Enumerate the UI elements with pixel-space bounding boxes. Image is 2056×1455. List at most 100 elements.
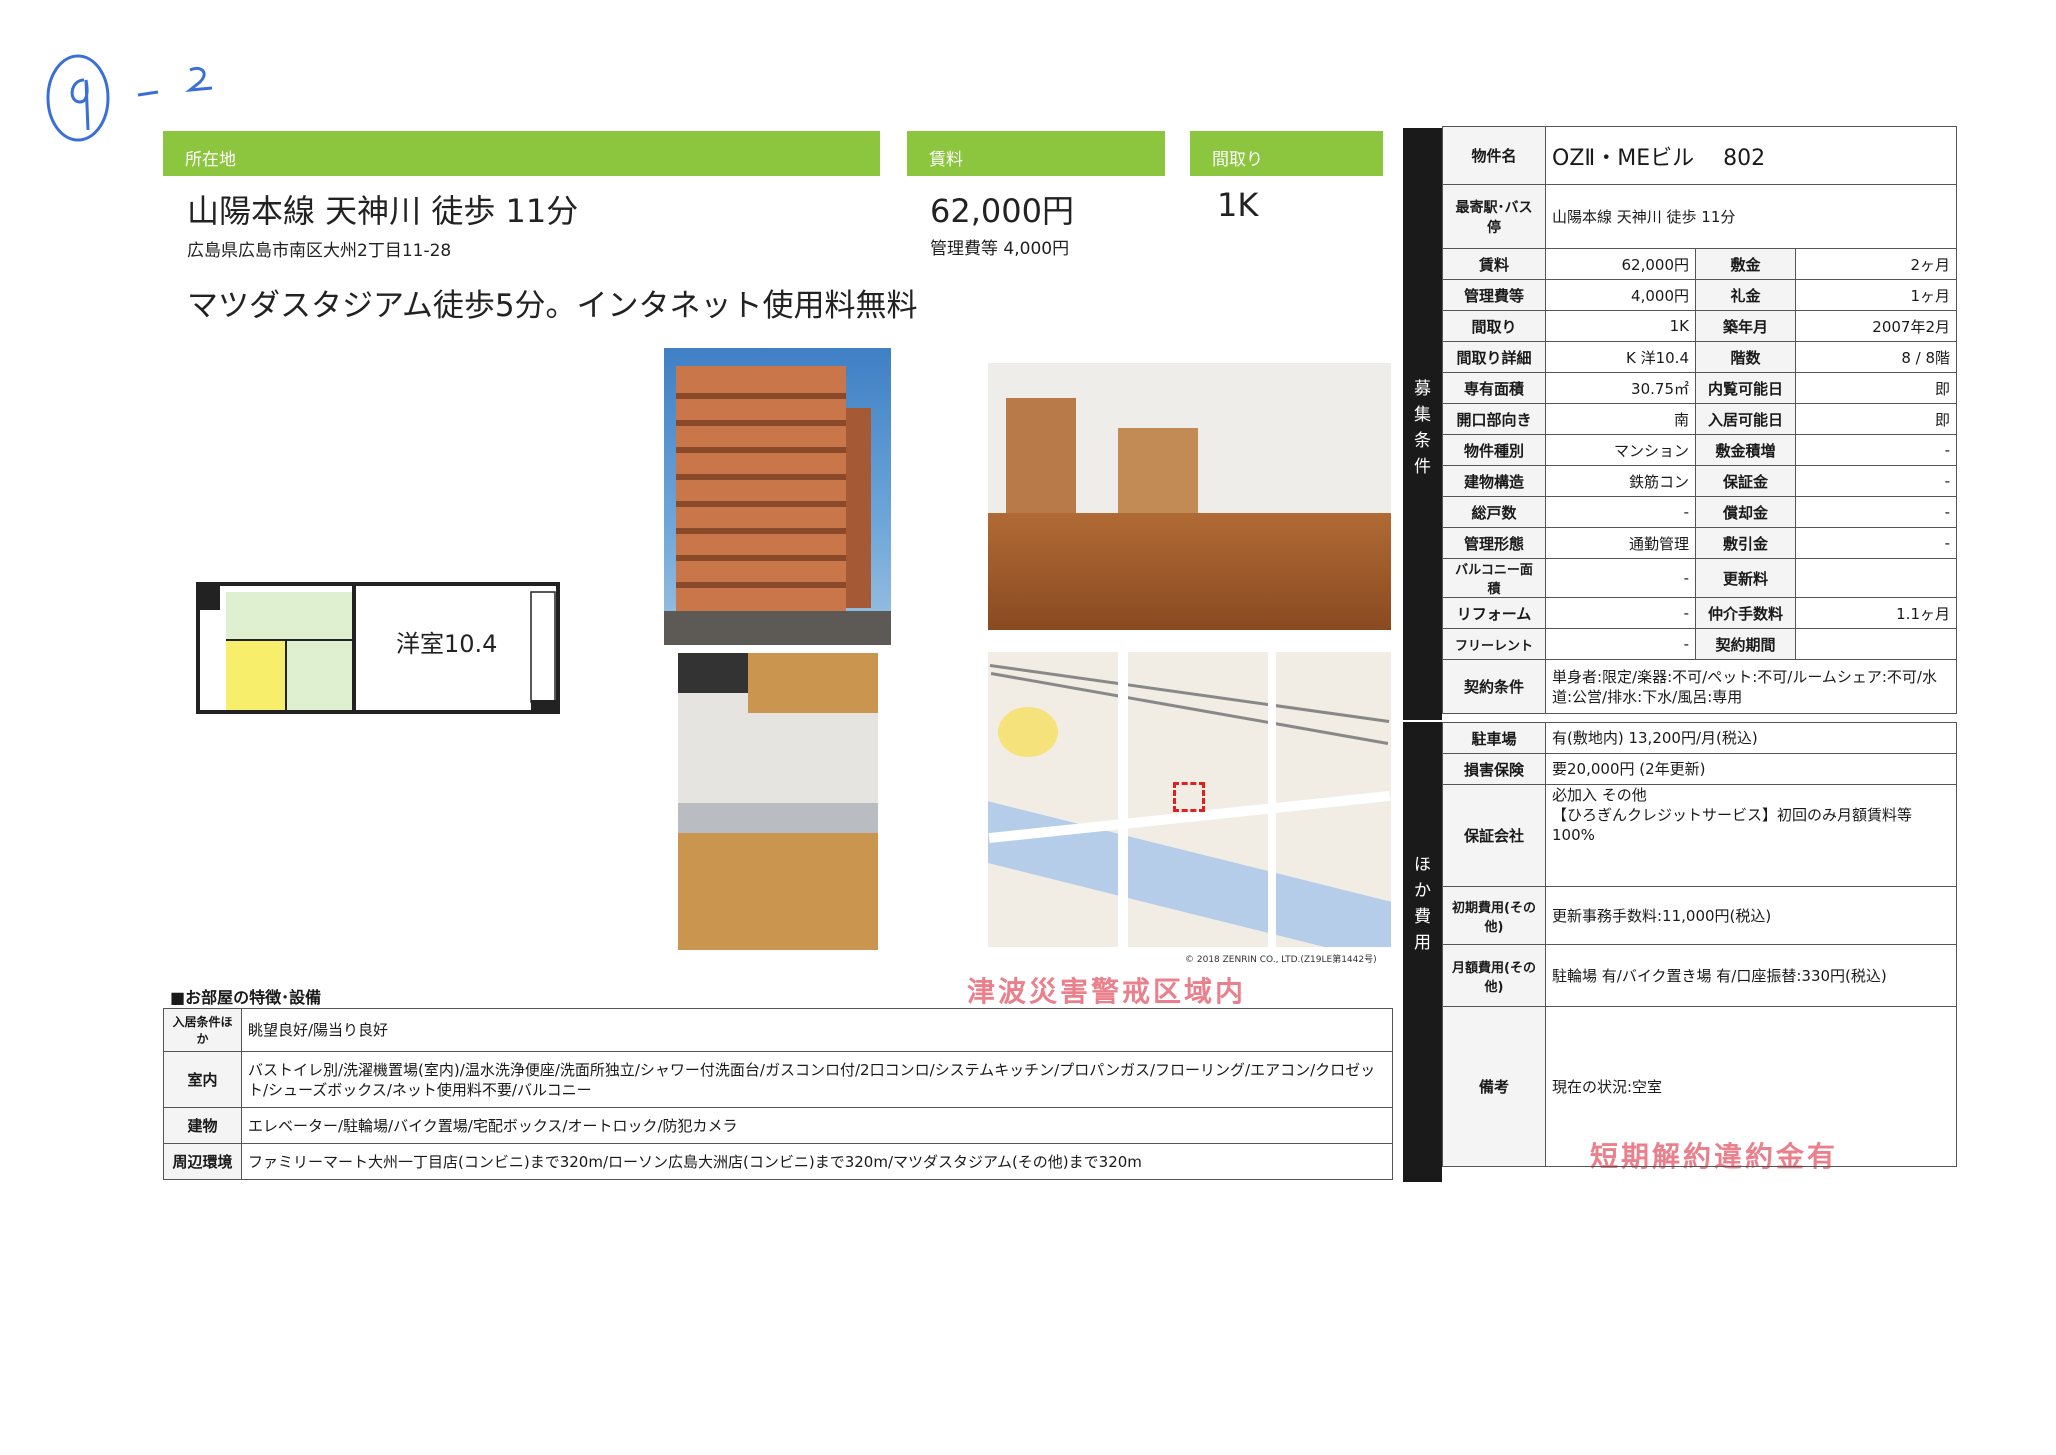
property-row: 専有面積 30.75㎡ 内覧可能日即 (1442, 372, 1957, 404)
property-field-label: 敷金 (1695, 248, 1796, 280)
tsunami-warning-stamp: 津波災害警戒区域内 (967, 975, 1247, 1008)
feature-value: ファミリーマート大州一丁目店(コンビニ)まで320m/ローソン広島大洲店(コンビ… (241, 1143, 1393, 1180)
property-field-value: 4,000円 (1545, 279, 1696, 311)
map-location-marker (1173, 782, 1205, 812)
property-name: OZⅡ・MEビル 802 (1545, 126, 1957, 185)
floorplan-room-label: 洋室10.4 (396, 630, 498, 658)
property-field-label: 総戸数 (1442, 496, 1546, 528)
feature-row: 建物 エレベーター/駐輪場/バイク置場/宅配ボックス/オートロック/防犯カメラ (163, 1107, 1393, 1144)
property-row: 開口部向き南入居可能日即 (1442, 403, 1957, 435)
property-field-label: 管理形態 (1442, 527, 1546, 559)
room-interior-photo (988, 363, 1391, 630)
cost-row: 備考 現在の状況:空室 (1442, 1006, 1957, 1167)
cost-row: 損害保険 要20,000円 (2年更新) (1442, 753, 1957, 785)
cost-label: 初期費用(その他) (1442, 886, 1546, 945)
address: 広島県広島市南区大州2丁目11-28 (187, 241, 452, 261)
property-field-label: リフォーム (1442, 597, 1546, 629)
cost-label: 損害保険 (1442, 753, 1546, 785)
other-costs-table: 駐車場 有(敷地内) 13,200円/月(税込) 損害保険 要20,000円 (2年更… (1442, 722, 1957, 1167)
rent-tab: 賃料 (907, 131, 1165, 176)
property-field-value (1795, 558, 1957, 598)
property-field-value: 2ヶ月 (1795, 248, 1957, 280)
property-field-label: 賃料 (1442, 248, 1546, 280)
property-field-value: 南 (1545, 403, 1696, 435)
property-field-value: 1K (1545, 310, 1696, 342)
property-info-table: 物件名 OZⅡ・MEビル 802 最寄駅･バス停 山陽本線 天神川 徒歩 11分… (1442, 126, 1957, 714)
property-field-value: - (1795, 465, 1957, 497)
building-exterior-photo (664, 348, 891, 645)
property-field-value: - (1795, 496, 1957, 528)
property-field-value: 8 / 8階 (1795, 341, 1957, 373)
cost-row: 駐車場 有(敷地内) 13,200円/月(税込) (1442, 722, 1957, 754)
management-fee: 管理費等 4,000円 (930, 239, 1070, 259)
cost-label: 駐車場 (1442, 722, 1546, 754)
cost-label: 月額費用(その他) (1442, 944, 1546, 1007)
property-field-label: 仲介手数料 (1695, 597, 1796, 629)
feature-row: 入居条件ほか 眺望良好/陽当り良好 (163, 1008, 1393, 1052)
property-field-label: 管理費等 (1442, 279, 1546, 311)
property-field-label: 敷金積増 (1695, 434, 1796, 466)
cost-label: 保証会社 (1442, 784, 1546, 887)
features-table: 入居条件ほか 眺望良好/陽当り良好 室内 バストイレ別/洗濯機置場(室内)/温水洗浄便… (163, 1008, 1393, 1180)
property-field-label: 入居可能日 (1695, 403, 1796, 435)
property-field-value: 鉄筋コン (1545, 465, 1696, 497)
property-field-label: 開口部向き (1442, 403, 1546, 435)
recruit-conditions-side-label: 募集 条件 (1403, 128, 1442, 720)
feature-label: 入居条件ほか (163, 1008, 242, 1052)
contract-conditions: 単身者:限定/楽器:不可/ペット:不可/ルームシェア:不可/水道:公営/排水:下… (1545, 659, 1957, 714)
property-field-label: 築年月 (1695, 310, 1796, 342)
property-field-value: 即 (1795, 372, 1957, 404)
property-row: 物件種別 マンション 敷金積増 - (1442, 434, 1957, 466)
kitchen-photo (678, 653, 878, 950)
property-field-value: - (1545, 496, 1696, 528)
property-field-value: 1ヶ月 (1795, 279, 1957, 311)
area-map[interactable] (988, 652, 1391, 947)
property-field-value: 1.1ヶ月 (1795, 597, 1957, 629)
cost-row: 保証会社 必加入 その他 【ひろぎんクレジットサービス】初回のみ月額賃料等100% (1442, 784, 1957, 887)
property-field-label: 礼金 (1695, 279, 1796, 311)
property-field-label: 間取り詳細 (1442, 341, 1546, 373)
property-field-value (1795, 628, 1957, 660)
property-row: リフォーム - 仲介手数料 1.1ヶ月 (1442, 597, 1957, 629)
property-row: 間取り 1K 築年月 2007年2月 (1442, 310, 1957, 342)
feature-label: 室内 (163, 1051, 242, 1108)
property-row: 建物構造 鉄筋コン 保証金 - (1442, 465, 1957, 497)
property-name-label: 物件名 (1442, 126, 1546, 185)
property-field-label: 更新料 (1695, 558, 1796, 598)
property-field-label: 間取り (1442, 310, 1546, 342)
feature-row: 周辺環境 ファミリーマート大州一丁目店(コンビニ)まで320m/ローソン広島大洲店… (163, 1143, 1393, 1180)
cost-label: 備考 (1442, 1006, 1546, 1167)
property-field-value: - (1545, 628, 1696, 660)
property-field-label: 敷引金 (1695, 527, 1796, 559)
property-field-label: 専有面積 (1442, 372, 1546, 404)
line-walk: 山陽本線 天神川 徒歩 11分 (187, 192, 579, 230)
property-row: 間取り詳細 K 洋10.4 階数 8 / 8階 (1442, 341, 1957, 373)
property-field-value: - (1545, 597, 1696, 629)
property-field-label: 契約期間 (1695, 628, 1796, 660)
property-row: 管理費等 4,000円 礼金 1ヶ月 (1442, 279, 1957, 311)
property-row: フリーレント - 契約期間 (1442, 628, 1957, 660)
layout-tab: 間取り (1190, 131, 1383, 176)
map-credit: © 2018 ZENRIN CO., LTD.(Z19LE第1442号) (1185, 955, 1377, 965)
cost-value: 必加入 その他 【ひろぎんクレジットサービス】初回のみ月額賃料等100% (1545, 784, 1957, 887)
cost-value: 要20,000円 (2年更新) (1545, 753, 1957, 785)
property-field-label: 建物構造 (1442, 465, 1546, 497)
layout-value: 1K (1217, 186, 1259, 224)
cost-value: 更新事務手数料:11,000円(税込) (1545, 886, 1957, 945)
property-field-value: 即 (1795, 403, 1957, 435)
feature-label: 建物 (163, 1107, 242, 1144)
features-title: ■お部屋の特徴･設備 (170, 988, 322, 1007)
property-field-value: 通勤管理 (1545, 527, 1696, 559)
other-costs-side-label: ほか 費用 (1403, 722, 1442, 1182)
cost-value: 駐輪場 有/バイク置き場 有/口座振替:330円(税込) (1545, 944, 1957, 1007)
contract-conditions-label: 契約条件 (1442, 659, 1546, 714)
cost-row: 月額費用(その他) 駐輪場 有/バイク置き場 有/口座振替:330円(税込) (1442, 944, 1957, 1007)
property-row: 管理形態 通勤管理 敷引金 - (1442, 527, 1957, 559)
feature-value: バストイレ別/洗濯機置場(室内)/温水洗浄便座/洗面所独立/シャワー付洗面台/ガ… (241, 1051, 1393, 1108)
rent-value: 62,000円 (930, 192, 1074, 230)
feature-label: 周辺環境 (163, 1143, 242, 1180)
feature-value: 眺望良好/陽当り良好 (241, 1008, 1393, 1052)
property-field-value: 30.75㎡ (1545, 372, 1696, 404)
property-field-label: 物件種別 (1442, 434, 1546, 466)
cost-value: 現在の状況:空室 (1545, 1006, 1957, 1167)
